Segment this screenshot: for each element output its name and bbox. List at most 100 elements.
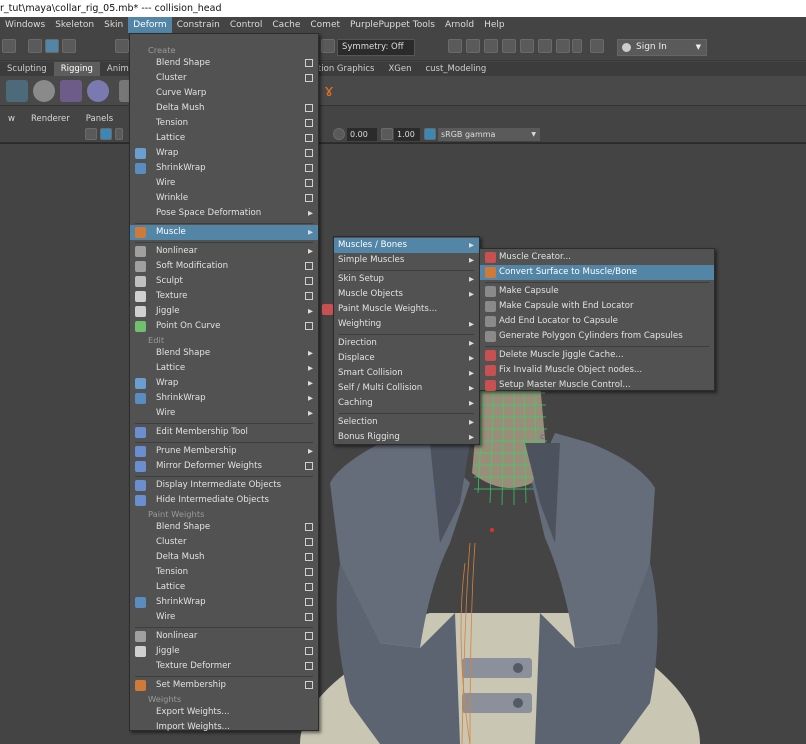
menu-item-jiggle[interactable]: Jiggle [130,644,318,659]
option-box-icon[interactable] [305,613,313,621]
option-box-icon[interactable] [305,583,313,591]
menu-item-simple-muscles[interactable]: Simple Muscles ▶ [334,253,479,268]
menu-item-cluster[interactable]: Cluster [130,535,318,550]
select-hierarchy-icon[interactable] [28,39,42,53]
menu-item-wrap[interactable]: Wrap ▶ [130,376,318,391]
select-object-icon[interactable] [45,39,59,53]
shelf-tab-cust-modeling[interactable]: cust_Modeling [418,62,493,76]
menu-item-self-multi-collision[interactable]: Self / Multi Collision ▶ [334,381,479,396]
menu-item-make-capsule[interactable]: Make Capsule [480,284,714,299]
option-box-icon[interactable] [305,681,313,689]
joint-tool-icon[interactable] [6,80,28,102]
menu-item-soft-modification[interactable]: Soft Modification [130,259,318,274]
menu-item-shrinkwrap[interactable]: ShrinkWrap [130,595,318,610]
camera-icon[interactable] [556,39,570,53]
menu-item-export-weights[interactable]: Export Weights... [130,705,318,720]
ik-handle-icon[interactable] [33,80,55,102]
symmetry-dropdown[interactable]: Symmetry: Off [337,39,415,56]
menu-purplepuppet-tools[interactable]: PurplePuppet Tools [345,17,440,33]
menu-item-blend-shape[interactable]: Blend Shape [130,56,318,71]
menu-item-wire[interactable]: Wire [130,610,318,625]
menu-item-generate-polygon-cylinders-from-capsules[interactable]: Generate Polygon Cylinders from Capsules [480,329,714,344]
color-space-dropdown[interactable]: sRGB gamma ▼ [438,128,540,141]
menu-help[interactable]: Help [479,17,510,33]
menu-item-sculpt[interactable]: Sculpt [130,274,318,289]
snap-view-icon[interactable] [321,39,335,53]
select-component-icon[interactable] [62,39,76,53]
status-line-button[interactable] [2,39,16,53]
menu-item-wire[interactable]: Wire ▶ [130,406,318,421]
menu-item-texture[interactable]: Texture [130,289,318,304]
option-box-icon[interactable] [305,553,313,561]
menu-item-muscle[interactable]: Muscle ▶ [130,225,318,240]
menu-item-convert-surface-to-muscle-bone[interactable]: Convert Surface to Muscle/Bone [480,265,714,280]
option-box-icon[interactable] [305,598,313,606]
menu-item-mirror-deformer-weights[interactable]: Mirror Deformer Weights [130,459,318,474]
panel-menu-w[interactable]: w [0,113,23,126]
menu-deform[interactable]: Deform [128,17,172,33]
menu-item-nonlinear[interactable]: Nonlinear ▶ [130,244,318,259]
shelf-tab-sculpting[interactable]: Sculpting [0,62,54,76]
shelf-tab-xgen[interactable]: XGen [381,62,418,76]
option-box-icon[interactable] [305,164,313,172]
menu-item-texture-deformer[interactable]: Texture Deformer [130,659,318,674]
option-box-icon[interactable] [305,134,313,142]
lattice-icon[interactable] [60,80,82,102]
exposure-field[interactable]: 0.00 [347,128,377,141]
menu-skeleton[interactable]: Skeleton [50,17,99,33]
ipr-render-icon[interactable] [466,39,480,53]
menu-control[interactable]: Control [225,17,268,33]
wireframe-icon[interactable] [85,128,97,140]
menu-item-muscle-creator[interactable]: Muscle Creator... [480,250,714,265]
menu-item-setup-master-muscle-control[interactable]: Setup Master Muscle Control... [480,378,714,393]
menu-item-displace[interactable]: Displace ▶ [334,351,479,366]
menu-item-blend-shape[interactable]: Blend Shape [130,520,318,535]
option-box-icon[interactable] [305,74,313,82]
option-box-icon[interactable] [305,194,313,202]
menu-skin[interactable]: Skin [99,17,128,33]
menu-item-cluster[interactable]: Cluster [130,71,318,86]
menu-item-delta-mush[interactable]: Delta Mush [130,550,318,565]
option-box-icon[interactable] [305,647,313,655]
menu-item-import-weights[interactable]: Import Weights... [130,720,318,735]
option-box-icon[interactable] [305,523,313,531]
hypershade-icon[interactable] [502,39,516,53]
color-management-icon[interactable] [424,128,436,140]
panel-menu-renderer[interactable]: Renderer [23,113,78,126]
gamma-field[interactable]: 1.00 [394,128,420,141]
menu-item-selection[interactable]: Selection ▶ [334,415,479,430]
menu-item-lattice[interactable]: Lattice ▶ [130,361,318,376]
cluster-icon[interactable] [87,80,109,102]
menu-item-make-capsule-with-end-locator[interactable]: Make Capsule with End Locator [480,299,714,314]
menu-item-smart-collision[interactable]: Smart Collision ▶ [334,366,479,381]
menu-item-weighting[interactable]: Weighting ▶ [334,317,479,332]
render-settings-icon[interactable] [484,39,498,53]
option-box-icon[interactable] [305,277,313,285]
menu-item-bonus-rigging[interactable]: Bonus Rigging ▶ [334,430,479,445]
option-box-icon[interactable] [305,538,313,546]
menu-item-skin-setup[interactable]: Skin Setup ▶ [334,272,479,287]
menu-item-wire[interactable]: Wire [130,176,318,191]
pause-icon[interactable] [572,39,582,53]
option-box-icon[interactable] [305,462,313,470]
menu-item-add-end-locator-to-capsule[interactable]: Add End Locator to Capsule [480,314,714,329]
menu-item-point-on-curve[interactable]: Point On Curve [130,319,318,334]
menu-item-shrinkwrap[interactable]: ShrinkWrap ▶ [130,391,318,406]
menu-arnold[interactable]: Arnold [440,17,479,33]
menu-item-pose-space-deformation[interactable]: Pose Space Deformation ▶ [130,206,318,221]
menu-item-set-membership[interactable]: Set Membership [130,678,318,693]
option-box-icon[interactable] [305,104,313,112]
exposure-icon[interactable] [333,128,345,140]
menu-item-direction[interactable]: Direction ▶ [334,336,479,351]
menu-item-paint-muscle-weights[interactable]: Paint Muscle Weights... [322,302,479,317]
snap-icon[interactable] [115,39,129,53]
menu-item-hide-intermediate-objects[interactable]: Hide Intermediate Objects [130,493,318,508]
menu-item-tension[interactable]: Tension [130,565,318,580]
close-icon[interactable] [590,39,604,53]
render-view-icon[interactable] [520,39,534,53]
menu-item-curve-warp[interactable]: Curve Warp [130,86,318,101]
option-box-icon[interactable] [305,568,313,576]
sign-in-button[interactable]: Sign In ▼ [617,39,707,56]
option-box-icon[interactable] [305,179,313,187]
bend-deformer-icon[interactable]: ɤ [318,80,340,102]
